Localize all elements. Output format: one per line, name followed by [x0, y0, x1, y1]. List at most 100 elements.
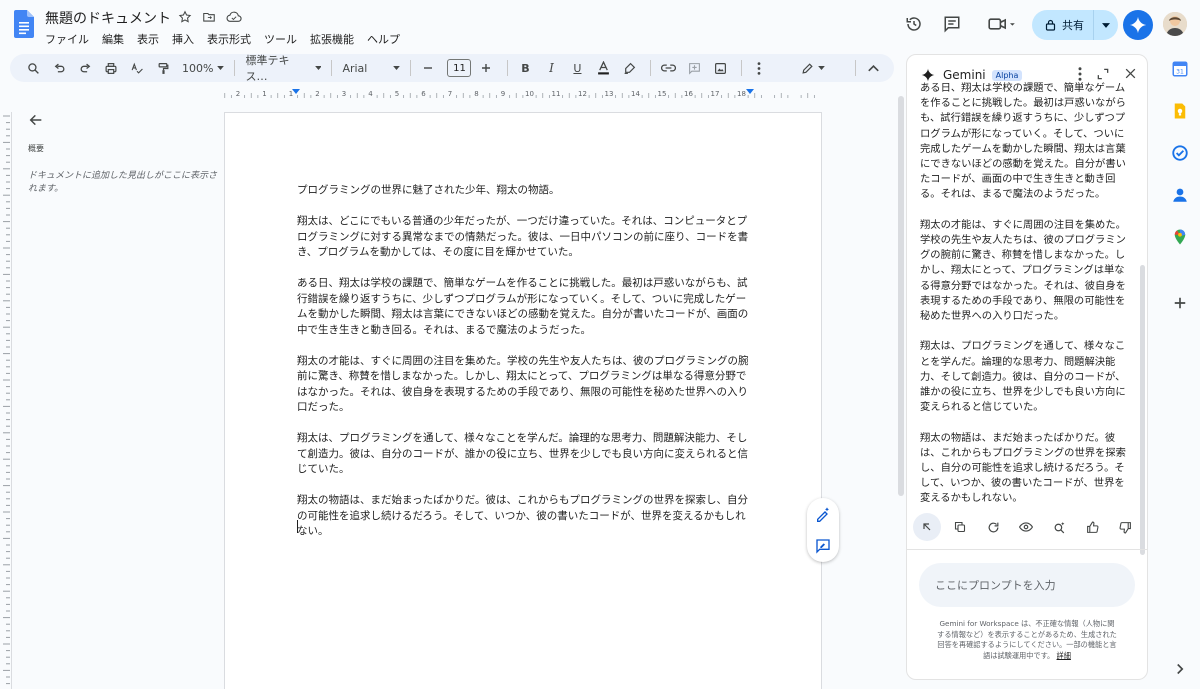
svg-text:31: 31 [1176, 69, 1184, 76]
close-outline-icon[interactable] [28, 112, 44, 128]
thumbs-up-icon[interactable] [1078, 513, 1106, 541]
docs-logo-icon[interactable] [14, 10, 34, 38]
hide-menus-icon[interactable] [862, 57, 884, 79]
disclaimer: Gemini for Workspace は、不正確な情報（人物に関する情報など… [937, 619, 1117, 661]
add-comment-icon[interactable] [683, 57, 705, 79]
hide-side-panel-icon[interactable] [1171, 660, 1189, 678]
tasks-icon[interactable] [1171, 144, 1189, 162]
divider [650, 60, 652, 76]
paint-format-icon[interactable] [152, 57, 174, 79]
copy-icon[interactable] [946, 513, 974, 541]
maps-icon[interactable] [1171, 228, 1189, 246]
help-me-write-icon[interactable] [815, 506, 831, 522]
document-title[interactable]: 無題のドキュメント [45, 8, 171, 28]
menu-insert[interactable]: 挿入 [172, 31, 194, 47]
learn-more-link[interactable]: 詳細 [1057, 651, 1071, 660]
meet-camera-icon[interactable] [982, 10, 1022, 38]
pencil-icon [802, 62, 813, 74]
vertical-ruler[interactable] [0, 112, 12, 689]
side-apps-rail: 31 [1165, 54, 1195, 684]
decrease-font-size-icon[interactable] [417, 57, 439, 79]
document-body[interactable]: プログラミングの世界に魅了された少年、翔太の物語。 翔太は、どこにでもいる普通の… [297, 183, 753, 555]
menu-tools[interactable]: ツール [264, 31, 297, 47]
menu-file[interactable]: ファイル [45, 31, 89, 47]
response-actions [913, 513, 1139, 541]
keep-icon[interactable] [1171, 102, 1189, 120]
increase-font-size-icon[interactable] [475, 57, 497, 79]
alpha-badge: Alpha [991, 69, 1023, 81]
close-icon[interactable] [1124, 67, 1137, 81]
menu-format[interactable]: 表示形式 [207, 31, 251, 47]
gemini-scrollbar[interactable] [1140, 265, 1145, 555]
outline-label: 概要 [28, 144, 44, 153]
gemini-title: Gemini [943, 68, 986, 82]
gemini-spark-icon [921, 68, 935, 82]
paragraph: プログラミングの世界に魅了された少年、翔太の物語。 [297, 184, 560, 196]
version-history-icon[interactable] [900, 10, 928, 38]
undo-icon[interactable] [48, 57, 70, 79]
ruler-tick-label: 8 [474, 90, 478, 98]
chevron-down-icon [393, 66, 401, 70]
text-cursor [297, 520, 298, 533]
add-addon-icon[interactable] [1171, 294, 1189, 312]
font-value: Arial [342, 61, 368, 75]
prompt-input[interactable] [919, 563, 1135, 607]
ruler-tick-label: 2 [315, 90, 319, 98]
avatar[interactable] [1163, 12, 1187, 36]
contacts-icon[interactable] [1171, 186, 1189, 204]
gemini-panel: Gemini Alpha ある日、翔太は学校の課題で、簡単なゲームを作ることに挑… [906, 54, 1148, 680]
underline-icon[interactable]: U [566, 57, 588, 79]
star-icon[interactable] [178, 10, 192, 24]
ruler-tick-label: 10 [525, 90, 534, 98]
editing-mode-select[interactable] [797, 62, 829, 75]
redo-icon[interactable] [74, 57, 96, 79]
disclaimer-text: Gemini for Workspace は、不正確な情報（人物に関する情報など… [937, 619, 1117, 660]
preview-icon[interactable] [1012, 513, 1040, 541]
document-scrollbar[interactable] [898, 96, 904, 496]
zoom-select[interactable]: 100% [178, 62, 228, 75]
menu-edit[interactable]: 編集 [102, 31, 124, 47]
share-label: 共有 [1062, 19, 1084, 32]
thumbs-down-icon[interactable] [1111, 513, 1139, 541]
menu-extensions[interactable]: 拡張機能 [310, 31, 354, 47]
horizontal-ruler[interactable]: 2 1 1 2 3 4 5 6 7 8 9 10 11 12 13 14 15 16 17 18 [224, 88, 822, 100]
ruler-tick-label: 11 [552, 90, 561, 98]
spellcheck-icon[interactable] [126, 57, 148, 79]
move-folder-icon[interactable] [202, 10, 216, 24]
cloud-saved-icon[interactable] [226, 10, 242, 24]
paragraph: 翔太の物語は、まだ始まったばかりだ。彼は、これからもプログラミングの世界を探索し… [297, 494, 748, 537]
menu-bar: ファイル 編集 表示 挿入 表示形式 ツール 拡張機能 ヘルプ [45, 31, 400, 47]
indent-marker[interactable] [746, 89, 754, 94]
more-vert-icon[interactable] [1078, 67, 1082, 81]
share-button[interactable]: 共有 [1032, 10, 1118, 40]
highlight-color-icon[interactable] [618, 57, 640, 79]
chevron-down-icon [818, 66, 825, 70]
font-size-input[interactable]: 11 [447, 59, 472, 77]
text-color-icon[interactable] [592, 57, 614, 79]
refine-search-icon[interactable] [1045, 513, 1073, 541]
paragraph: 翔太は、プログラミングを通して、様々なことを学んだ。論理的な思考力、問題解決能力… [297, 432, 748, 475]
suggestion-comment-icon[interactable] [815, 538, 831, 554]
menu-help[interactable]: ヘルプ [367, 31, 400, 47]
italic-icon[interactable]: I [540, 57, 562, 79]
response-paragraph: 翔太の才能は、すぐに周囲の注目を集めた。学校の先生や友人たちは、彼のプログラミン… [920, 218, 1126, 323]
calendar-icon[interactable]: 31 [1171, 60, 1189, 78]
font-select[interactable]: Arial [338, 62, 404, 75]
share-dropdown-icon[interactable] [1094, 22, 1118, 28]
ruler-tick-label: 17 [711, 90, 720, 98]
menu-view[interactable]: 表示 [137, 31, 159, 47]
expand-icon[interactable] [1096, 67, 1110, 81]
gemini-spark-icon[interactable] [1123, 10, 1153, 40]
comments-icon[interactable] [938, 10, 966, 38]
ruler-tick-label: 15 [658, 90, 667, 98]
bold-icon[interactable]: B [514, 57, 536, 79]
insert-link-icon[interactable] [657, 57, 679, 79]
print-icon[interactable] [100, 57, 122, 79]
retry-icon[interactable] [979, 513, 1007, 541]
more-options-icon[interactable] [748, 57, 770, 79]
gemini-response: ある日、翔太は学校の課題で、簡単なゲームを作ることに挑戦した。最初は戸惑いながら… [920, 82, 1132, 522]
insert-icon[interactable] [913, 513, 941, 541]
search-menus-icon[interactable] [22, 57, 44, 79]
paragraph-style-select[interactable]: 標準テキス… [241, 52, 325, 84]
insert-image-icon[interactable] [709, 57, 731, 79]
